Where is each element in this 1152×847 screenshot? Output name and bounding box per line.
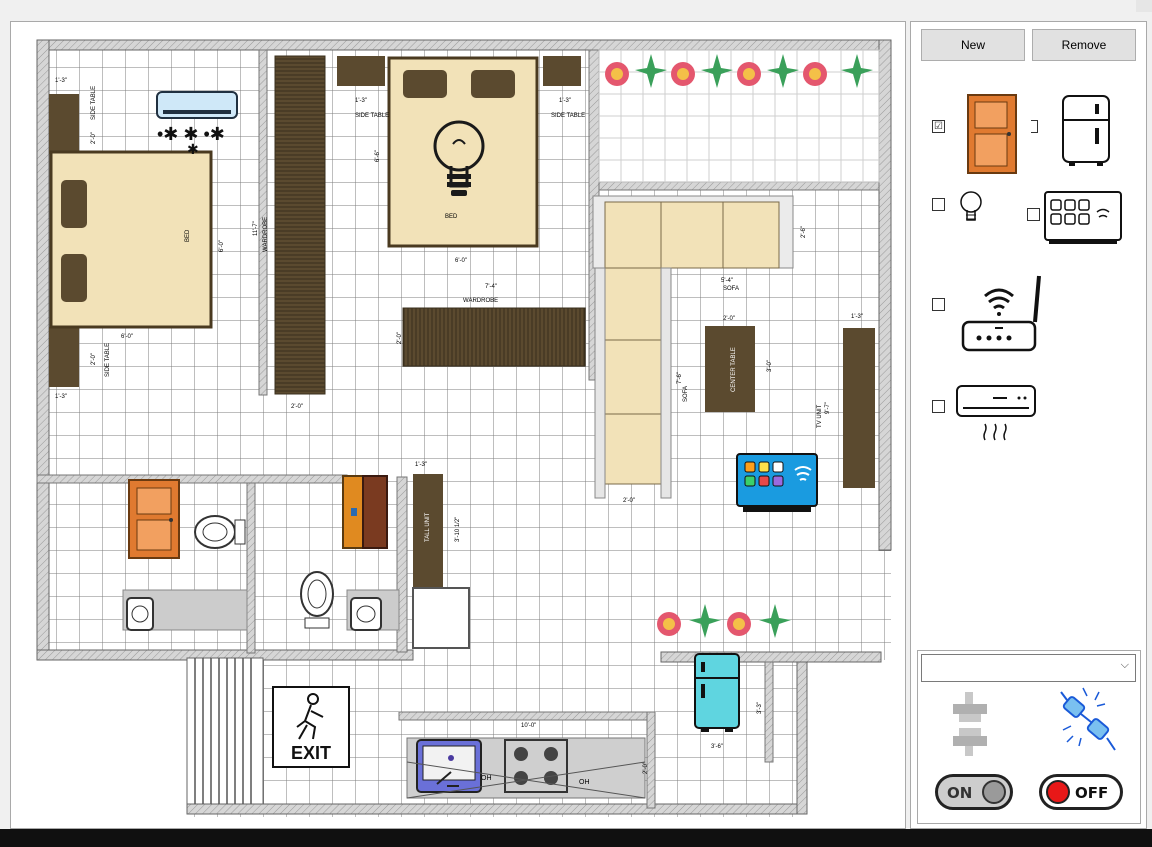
toggle-knob-red-icon [1046,780,1070,804]
toilet-1 [194,515,246,549]
fridge-checkbox[interactable] [1031,120,1038,133]
plug-disconnected-icon[interactable] [949,692,993,756]
toggle-knob-icon [982,780,1006,804]
svg-text:11'-7": 11'-7" [253,221,259,236]
label-side-table-t1: SIDE TABLE [355,113,389,119]
window-corner [1136,0,1152,12]
wardrobe-horizontal [402,307,586,367]
smart-panel-outline-icon [1044,191,1122,244]
exit-label: EXIT [291,743,331,763]
label-bed-middle: BED [445,214,458,220]
svg-text:6'-0": 6'-0" [219,240,225,252]
label-bed-left: BED [185,229,191,242]
label-sofa-top: SOFA [723,286,739,292]
svg-text:✱: ✱ [187,141,199,157]
svg-text:10'-0": 10'-0" [521,723,536,729]
label-wardrobe-vertical: WARDROBE [263,217,269,252]
device-ac-row[interactable] [932,400,945,413]
device-door-row[interactable]: ☑ [932,120,945,133]
label-oh-1: OH [481,775,492,782]
svg-text:5'-4": 5'-4" [721,278,733,284]
ac-checkbox[interactable] [932,400,945,413]
device-fridge-row[interactable] [1031,120,1038,133]
sink-1 [126,597,154,631]
sink-kitchen-icon[interactable] [416,739,482,793]
svg-text:2'-0": 2'-0" [291,404,303,410]
plug-connected-icon[interactable] [1053,682,1123,762]
svg-text:1'-3": 1'-3" [55,394,67,400]
svg-text:3'-0": 3'-0" [767,360,773,372]
svg-text:7'-4": 7'-4" [485,284,497,290]
svg-text:2'-0": 2'-0" [723,316,735,322]
svg-text:1'-3": 1'-3" [415,462,427,468]
svg-text:6'-6": 6'-6" [375,150,381,162]
panel-checkbox[interactable] [1027,208,1040,221]
svg-text:1'-3": 1'-3" [55,78,67,84]
svg-text:6'-0": 6'-0" [121,334,133,340]
bottom-taskbar [0,829,1152,847]
off-label: OFF [1075,784,1109,802]
floor-plan: BED SIDE TABLE SIDE TABLE 1'-3" 2'-0" 6'… [36,39,892,817]
on-toggle[interactable]: ON [935,774,1013,810]
wardrobe-vertical [274,55,326,395]
remove-button[interactable]: Remove [1032,29,1136,61]
router-checkbox[interactable] [932,298,945,311]
svg-text:2'-0": 2'-0" [91,353,97,365]
center-table [705,326,755,412]
device-panel-row[interactable] [1027,208,1040,221]
svg-text:9'-7": 9'-7" [825,402,831,414]
closet-door-icon[interactable] [342,475,388,549]
svg-text:3'-3": 3'-3" [757,702,763,714]
svg-text:2'-0": 2'-0" [397,332,403,344]
svg-text:2'-0": 2'-0" [91,132,97,144]
toilet-2 [300,571,334,629]
label-tv-unit: TV UNIT [817,404,823,428]
router-icon [961,275,1041,352]
tv-unit [843,328,875,488]
label-side-table-l2: SIDE TABLE [105,343,111,377]
bulb-checkbox[interactable] [932,198,945,211]
svg-text:6'-0": 6'-0" [455,258,467,264]
stairs [186,657,264,805]
svg-text:1'-3": 1'-3" [559,98,571,104]
fridge-outline-icon [1062,95,1110,166]
chevron-down-icon[interactable]: ⌵ [1121,659,1129,672]
svg-text:3'-10 1/2": 3'-10 1/2" [455,517,461,542]
label-sofa-side: SOFA [683,386,689,402]
bulb-icon [960,191,982,221]
exit-sign: EXIT [272,686,350,768]
device-panel: New Remove ☑ ⌵ ON OFF [910,21,1147,829]
stove [504,739,568,793]
door-icon [967,94,1017,174]
label-side-table-l1: SIDE TABLE [91,86,97,120]
svg-text:3'-6": 3'-6" [711,744,723,750]
door-checkbox[interactable]: ☑ [932,120,945,133]
svg-text:1'-3": 1'-3" [851,314,863,320]
device-bulb-row[interactable] [932,198,945,211]
fridge-icon[interactable] [694,653,740,732]
label-side-table-t2: SIDE TABLE [551,113,585,119]
floor-plan-panel: BED SIDE TABLE SIDE TABLE 1'-3" 2'-0" 6'… [10,21,906,829]
off-toggle[interactable]: OFF [1039,774,1123,810]
door-icon[interactable] [128,479,180,559]
new-button[interactable]: New [921,29,1025,61]
label-wardrobe-horizontal: WARDROBE [463,298,498,304]
sink-2 [350,597,382,631]
on-label: ON [947,784,973,802]
svg-text:2'-0": 2'-0" [623,498,635,504]
label-center-table: CENTER TABLE [731,347,737,392]
device-dropdown[interactable]: ⌵ [921,654,1136,682]
svg-text:2'-0": 2'-0" [643,762,649,774]
air-conditioner-icon [956,385,1036,441]
label-tall-unit: TALL UNIT [425,512,431,542]
device-router-row[interactable] [932,298,945,311]
svg-text:2'-6": 2'-6" [801,226,807,238]
label-oh-2: OH [579,779,590,786]
svg-text:7'-6": 7'-6" [677,372,683,384]
smart-panel-icon[interactable] [736,453,818,512]
svg-text:1'-3": 1'-3" [355,98,367,104]
